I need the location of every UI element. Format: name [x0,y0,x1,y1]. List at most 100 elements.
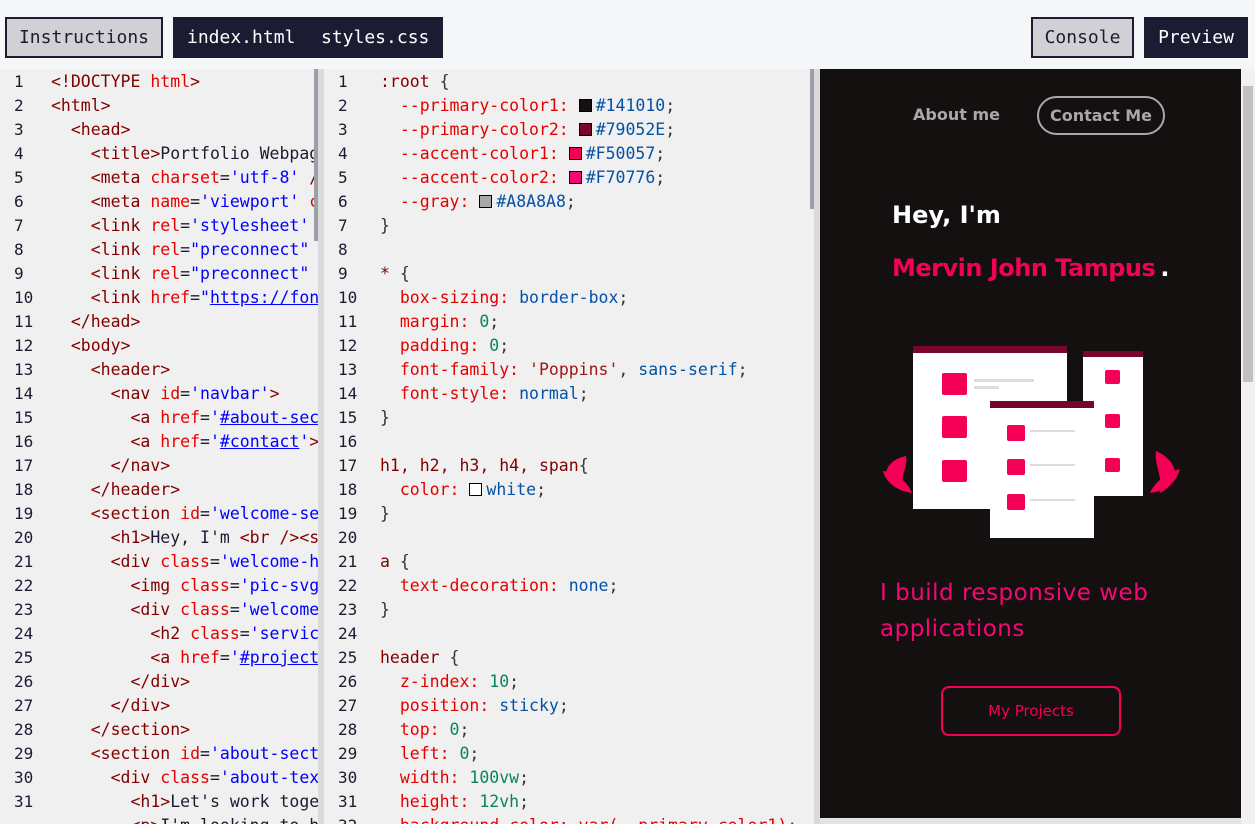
color-swatch[interactable] [568,147,582,160]
code-line[interactable]: 17 h1, h2, h3, h4, span{ [324,454,814,478]
line-number: 4 [338,144,348,163]
code-line[interactable]: 12 <body> [0,334,318,358]
code-line[interactable]: <p>I'm looking to h [0,814,318,824]
code-line[interactable]: 8 <link rel="preconnect" [0,238,318,262]
line-number: 28 [14,720,34,739]
code-token: id [180,744,201,763]
color-swatch[interactable] [578,123,592,136]
code-line[interactable]: 29 left: 0; [324,742,814,766]
html-editor[interactable]: 1 <!DOCTYPE html> 2 <html> 3 <head> 4 <title>… [0,69,318,824]
line-number: 12 [14,336,34,355]
code-line[interactable]: 26 </div> [0,670,318,694]
code-line[interactable]: 1 <!DOCTYPE html> [0,70,318,94]
code-line[interactable]: 17 </nav> [0,454,318,478]
code-line[interactable]: 15 <a href='#about-sec [0,406,318,430]
code-line[interactable]: 16 [324,430,814,454]
code-token: = [219,168,230,187]
code-line[interactable]: 32 background-color: var(--primary-color… [324,814,814,824]
code-line[interactable]: 3 --primary-color2: #79052E; [324,118,814,142]
code-line[interactable]: 30 <div class='about-tex [0,766,318,790]
code-text: </div> [51,670,190,694]
code-line[interactable]: 25 header { [324,646,814,670]
line-number: 2 [14,96,24,115]
code-line[interactable]: 7} [324,214,814,238]
line-number: 7 [338,216,348,235]
code-line[interactable]: 15} [324,406,814,430]
code-line[interactable]: 5 <meta charset='utf-8' / [0,166,318,190]
console-button[interactable]: Console [1031,17,1134,58]
code-line[interactable]: 20 <h1>Hey, I'm <br /><s [0,526,318,550]
color-swatch[interactable] [568,171,582,184]
preview-scroll-thumb[interactable] [1243,86,1253,382]
css-editor[interactable]: 1:root {2 --primary-color1: #141010; 3 --… [324,69,814,824]
code-line[interactable]: 10 <link href="https://fon [0,286,318,310]
code-line[interactable]: 31 height: 12vh; [324,790,814,814]
code-text: <meta charset='utf-8' / [51,166,318,190]
code-line[interactable]: 11 margin: 0; [324,310,814,334]
code-line[interactable]: 27 </div> [0,694,318,718]
color-swatch[interactable] [479,195,493,208]
color-swatch[interactable] [469,483,483,496]
code-line[interactable]: 27 position: sticky; [324,694,814,718]
line-number: 24 [338,624,358,643]
code-line[interactable]: 13 font-family: 'Poppins', sans-serif; [324,358,814,382]
code-line[interactable]: 9 * { [324,262,814,286]
code-line[interactable]: 6 <meta name='viewport' c [0,190,318,214]
code-line[interactable]: 30 width: 100vw; [324,766,814,790]
instructions-button[interactable]: Instructions [5,17,163,58]
color-swatch[interactable] [578,99,592,112]
code-line[interactable]: 5 --accent-color2: #F70776; [324,166,814,190]
preview-hscrollbar[interactable] [820,818,1241,824]
line-number: 19 [14,504,34,523]
code-line[interactable]: 21 a { [324,550,814,574]
code-line[interactable]: 4 <title>Portfolio Webpag [0,142,318,166]
my-projects-button[interactable]: My Projects [941,686,1121,736]
code-token: Portfolio Webpag [160,144,318,163]
code-line[interactable]: 18 color: white; [324,478,814,502]
name-text: Mervin John Tampus [892,254,1156,282]
code-line[interactable]: 2 --primary-color1: #141010; [324,94,814,118]
code-line[interactable]: 18 </header> [0,478,318,502]
code-line[interactable]: 2 <html> [0,94,318,118]
code-line[interactable]: 3 <head> [0,118,318,142]
code-line[interactable]: 13 <header> [0,358,318,382]
code-line[interactable]: 21 <div class='welcome-h [0,550,318,574]
code-line[interactable]: 28 </section> [0,718,318,742]
code-line[interactable]: 22 text-decoration: none; [324,574,814,598]
code-line[interactable]: 19 <section id='welcome-se [0,502,318,526]
preview-button[interactable]: Preview [1144,17,1248,58]
tab-index-html[interactable]: index.html [187,17,295,58]
code-line[interactable]: 25 <a href='#project [0,646,318,670]
code-text: <link rel="preconnect" [51,262,318,286]
code-line[interactable]: 28 top: 0; [324,718,814,742]
code-line[interactable]: 1:root { [324,70,814,94]
code-line[interactable]: 29 <section id='about-sect [0,742,318,766]
code-line[interactable]: 12 padding: 0; [324,334,814,358]
code-token: 'pic-svg [239,576,318,595]
code-line[interactable]: 20 [324,526,814,550]
code-line[interactable]: 23 <div class='welcome [0,598,318,622]
code-line[interactable]: 24 <h2 class='servic [0,622,318,646]
code-line[interactable]: 23} [324,598,814,622]
code-line[interactable]: 19} [324,502,814,526]
code-line[interactable]: 8 [324,238,814,262]
code-line[interactable]: 11 </head> [0,310,318,334]
code-line[interactable]: 26 z-index: 10; [324,670,814,694]
nav-contact-button[interactable]: Contact Me [1037,96,1165,135]
tab-styles-css[interactable]: styles.css [321,17,429,58]
code-line[interactable]: 10 box-sizing: border-box; [324,286,814,310]
code-line[interactable]: 14 <nav id='navbar'> [0,382,318,406]
code-line[interactable]: 16 <a href='#contact'> [0,430,318,454]
code-token: #F50057 [585,144,656,163]
name-dot: . [1160,254,1170,282]
code-line[interactable]: 7 <link rel='stylesheet' [0,214,318,238]
code-line[interactable]: 6 --gray: #A8A8A8; [324,190,814,214]
code-line[interactable]: 9 <link rel="preconnect" [0,262,318,286]
nav-about-link[interactable]: About me [913,105,1000,124]
code-line[interactable]: 24 [324,622,814,646]
code-line[interactable]: 22 <img class='pic-svg [0,574,318,598]
code-line[interactable]: 4 --accent-color1: #F50057; [324,142,814,166]
code-line[interactable]: 31 <h1>Let's work toge [0,790,318,814]
code-line[interactable]: 14 font-style: normal; [324,382,814,406]
